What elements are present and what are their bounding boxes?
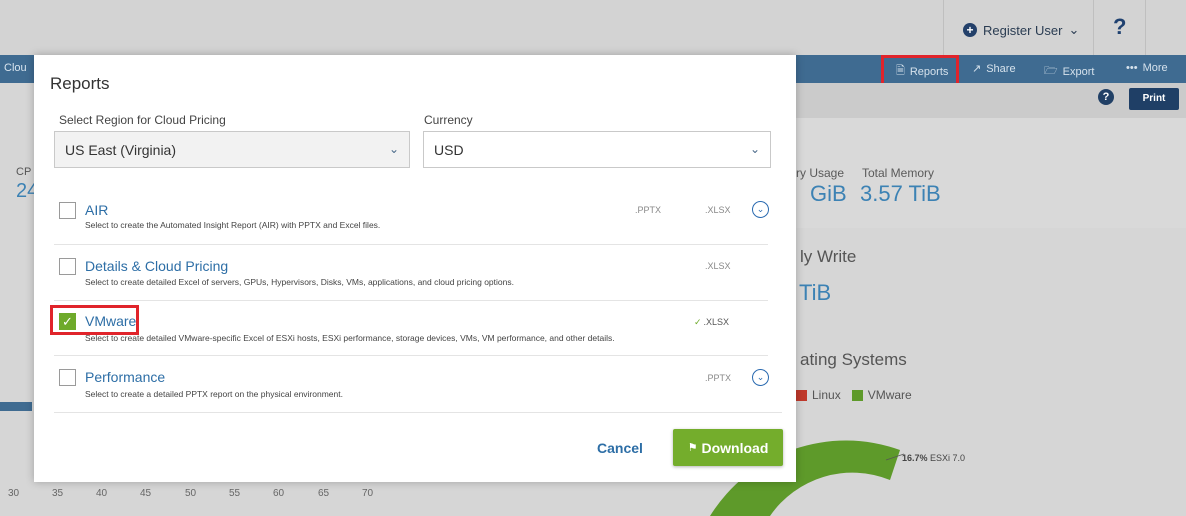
currency-label: Currency xyxy=(424,113,473,127)
region-label: Select Region for Cloud Pricing xyxy=(59,113,226,127)
tick-label: 45 xyxy=(140,488,152,499)
download-button[interactable]: ⚑ Download xyxy=(673,429,783,466)
air-format-pptx: .PPTX xyxy=(635,205,662,215)
cpu-label-fragment: CP xyxy=(16,166,32,178)
tick-label: 35 xyxy=(52,488,64,499)
divider xyxy=(943,0,944,55)
tick-label: 50 xyxy=(185,488,197,499)
region-value: US East (Virginia) xyxy=(65,142,177,158)
tick-label: 30 xyxy=(8,488,20,499)
chart-bar-fragment xyxy=(0,402,32,411)
pie-slice-percent: 16.7% xyxy=(902,453,928,463)
legend-vmware: VMware xyxy=(867,388,912,402)
currency-value: USD xyxy=(434,142,464,158)
memory-card xyxy=(796,118,1186,228)
share-button[interactable]: ↗ Share xyxy=(972,62,1016,76)
divider xyxy=(54,244,768,245)
top-bar: + Register User ⌄ ? xyxy=(0,0,1186,55)
chevron-down-icon: ⌄ xyxy=(388,142,399,156)
cloud-tab-fragment[interactable]: Clou xyxy=(4,62,27,74)
more-button[interactable]: ••• More xyxy=(1126,62,1168,74)
performance-option-title[interactable]: Performance xyxy=(85,369,165,385)
air-checkbox[interactable] xyxy=(59,202,76,219)
x-axis-ticks: 30 35 40 45 50 55 60 65 70 xyxy=(0,488,400,502)
help-icon[interactable]: ? xyxy=(1098,89,1114,105)
performance-format-pptx: .PPTX xyxy=(705,373,732,383)
sub-toolbar xyxy=(796,83,1186,118)
reports-dialog: Reports Select Region for Cloud Pricing … xyxy=(34,55,796,482)
footer-divider xyxy=(54,412,782,413)
legend-swatch-vmware xyxy=(851,389,863,401)
download-label: Download xyxy=(701,439,769,456)
print-button[interactable]: Print xyxy=(1129,88,1179,110)
pie-slice-label: 16.7% ESXi 7.0 xyxy=(902,453,965,463)
chevron-down-icon: ⌄ xyxy=(1068,22,1080,37)
cancel-button[interactable]: Cancel xyxy=(597,440,643,456)
vmware-format-xlsx-label: .XLSX xyxy=(703,317,730,327)
more-label: More xyxy=(1142,62,1168,74)
register-user-menu[interactable]: + Register User ⌄ xyxy=(963,22,1079,38)
export-button[interactable]: 🗁 Export xyxy=(1044,62,1094,81)
divider xyxy=(1093,0,1094,55)
plus-circle-icon: + xyxy=(963,23,977,37)
tick-label: 55 xyxy=(229,488,241,499)
divider xyxy=(1145,0,1146,55)
air-option-desc: Select to create the Automated Insight R… xyxy=(85,220,381,230)
write-card-value: TiB xyxy=(799,280,832,305)
os-card-title: ating Systems xyxy=(800,350,907,369)
check-icon: ✓ xyxy=(694,317,702,327)
tick-label: 60 xyxy=(273,488,285,499)
help-button[interactable]: ? xyxy=(1113,14,1126,40)
divider xyxy=(54,300,768,301)
reports-highlight xyxy=(881,55,959,86)
performance-option-desc: Select to create a detailed PPTX report … xyxy=(85,389,343,399)
vmware-format-xlsx: ✓ .XLSX xyxy=(694,317,729,328)
os-legend: Linux VMware xyxy=(796,388,912,402)
memory-usage-value: GiB xyxy=(810,181,847,206)
details-option-title[interactable]: Details & Cloud Pricing xyxy=(85,258,228,274)
export-label: Export xyxy=(1062,65,1095,78)
performance-expand-icon[interactable]: ⌄ xyxy=(752,369,769,386)
currency-select[interactable]: USD ⌄ xyxy=(423,131,771,168)
tick-label: 70 xyxy=(362,488,374,499)
details-checkbox[interactable] xyxy=(59,258,76,275)
memory-usage-label: ry Usage xyxy=(796,166,845,180)
tick-label: 40 xyxy=(96,488,108,499)
divider xyxy=(54,355,768,356)
performance-checkbox[interactable] xyxy=(59,369,76,386)
folder-icon: 🗁 xyxy=(1044,65,1058,77)
air-format-xlsx: .XLSX xyxy=(705,205,731,215)
total-memory-value: 3.57 TiB xyxy=(860,181,941,206)
vmware-highlight xyxy=(50,305,139,335)
details-option-desc: Select to create detailed Excel of serve… xyxy=(85,277,514,287)
write-card-title: ly Write xyxy=(800,247,857,266)
air-option-title[interactable]: AIR xyxy=(85,202,108,218)
register-user-label: Register User xyxy=(983,22,1063,38)
tick-label: 65 xyxy=(318,488,330,499)
legend-swatch-linux xyxy=(796,389,807,401)
total-memory-label: Total Memory xyxy=(862,166,935,180)
details-format-xlsx: .XLSX xyxy=(705,261,731,271)
dialog-title: Reports xyxy=(50,74,110,93)
legend-linux: Linux xyxy=(812,388,841,402)
pie-slice-name: ESXi 7.0 xyxy=(930,453,966,463)
air-expand-icon[interactable]: ⌄ xyxy=(752,201,769,218)
share-icon: ↗ xyxy=(972,63,982,75)
share-label: Share xyxy=(986,62,1016,75)
download-icon: ⚑ xyxy=(687,442,698,454)
vmware-option-desc: Select to create detailed VMware-specifi… xyxy=(85,333,615,343)
chevron-down-icon: ⌄ xyxy=(749,142,760,156)
region-select[interactable]: US East (Virginia) ⌄ xyxy=(54,131,410,168)
more-dots-icon: ••• xyxy=(1126,62,1138,74)
